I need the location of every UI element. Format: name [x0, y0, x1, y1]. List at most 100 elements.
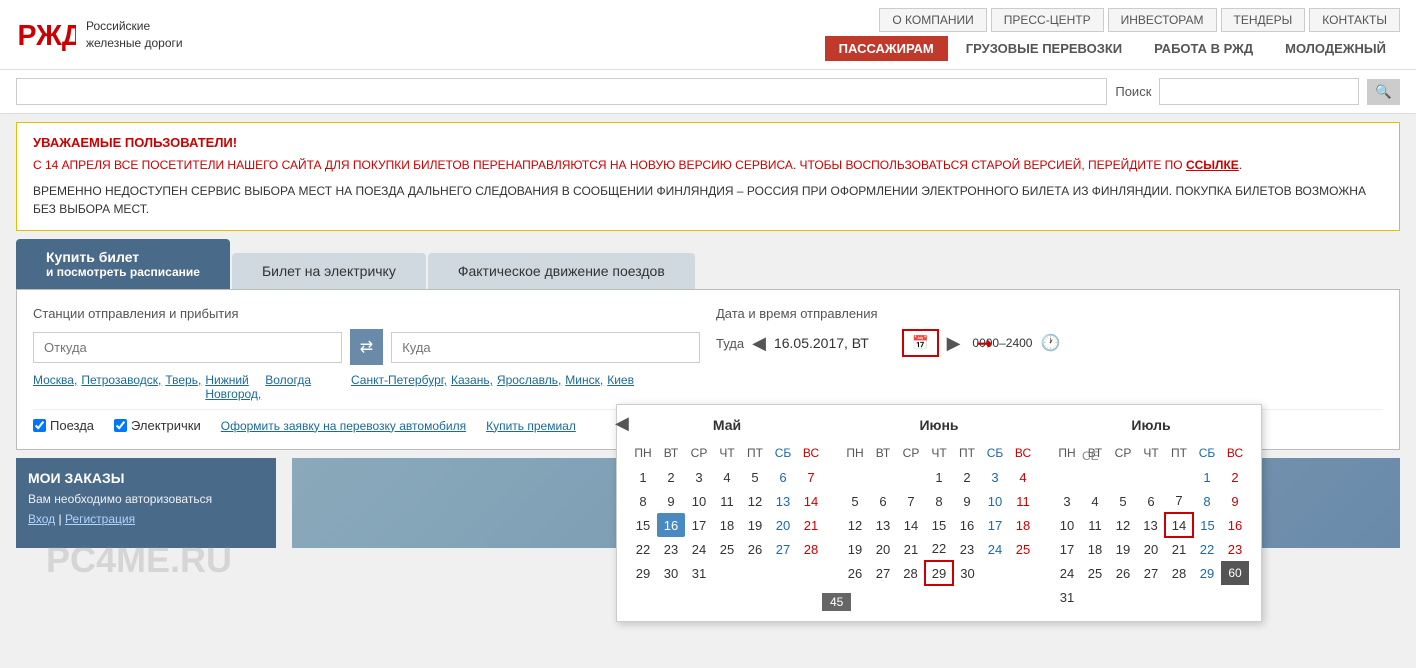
mainnav-passengers[interactable]: ПАССАЖИРАМ	[825, 36, 948, 61]
from-input[interactable]	[33, 332, 342, 363]
may-d24[interactable]: 24	[685, 537, 713, 561]
badge-60-cell[interactable]: 60	[1221, 561, 1249, 585]
june-d28[interactable]: 28	[897, 561, 925, 585]
june-d4[interactable]: 4	[1009, 465, 1037, 489]
may-d9[interactable]: 9	[657, 489, 685, 513]
june-d18[interactable]: 18	[1009, 513, 1037, 537]
main-search-input[interactable]	[16, 78, 1107, 105]
nav-btn-contacts[interactable]: КОНТАКТЫ	[1309, 8, 1400, 32]
checkbox-trains-label[interactable]: Поезда	[33, 418, 94, 433]
july-d25[interactable]: 25	[1081, 561, 1109, 585]
to-link-3[interactable]: Ярославль,	[497, 373, 561, 401]
july-d5[interactable]: 5	[1109, 489, 1137, 513]
may-d22[interactable]: 22	[629, 537, 657, 561]
to-link-1[interactable]: Санкт-Петербург,	[351, 373, 447, 401]
july-d17[interactable]: 17	[1053, 537, 1081, 561]
from-link-4[interactable]: НижнийНовгород,	[205, 373, 261, 401]
may-d18[interactable]: 18	[713, 513, 741, 537]
may-d7[interactable]: 7	[797, 465, 825, 489]
june-d19[interactable]: 19	[841, 537, 869, 561]
june-d30[interactable]: 30	[953, 561, 981, 585]
may-d17[interactable]: 17	[685, 513, 713, 537]
may-d13[interactable]: 13	[769, 489, 797, 513]
july-d16[interactable]: 16	[1221, 513, 1249, 537]
may-d31[interactable]: 31	[685, 561, 713, 585]
july-d1[interactable]: 1	[1193, 465, 1221, 489]
june-d9[interactable]: 9	[953, 489, 981, 513]
calendar-prev-month[interactable]: ◀	[615, 413, 629, 434]
july-d15[interactable]: 15	[1193, 513, 1221, 537]
july-d7[interactable]: 7	[1165, 489, 1193, 513]
search-button[interactable]: 🔍	[1367, 79, 1400, 105]
search-field[interactable]	[1159, 78, 1359, 105]
june-d10[interactable]: 10	[981, 489, 1009, 513]
july-d3[interactable]: 3	[1053, 489, 1081, 513]
june-d7[interactable]: 7	[897, 489, 925, 513]
may-d30[interactable]: 30	[657, 561, 685, 585]
time-picker-button[interactable]: 🕐	[1040, 333, 1060, 353]
june-d6[interactable]: 6	[869, 489, 897, 513]
july-d2[interactable]: 2	[1221, 465, 1249, 489]
may-d5[interactable]: 5	[741, 465, 769, 489]
may-d16[interactable]: 16	[657, 513, 685, 537]
nav-btn-company[interactable]: О КОМПАНИИ	[879, 8, 986, 32]
notice-link[interactable]: ССЫЛКЕ	[1186, 158, 1239, 172]
from-link-3[interactable]: Тверь,	[165, 373, 201, 401]
july-d21[interactable]: 21	[1165, 537, 1193, 561]
nav-btn-tenders[interactable]: ТЕНДЕРЫ	[1221, 8, 1306, 32]
july-d23[interactable]: 23	[1221, 537, 1249, 561]
june-d29[interactable]: 29	[925, 561, 953, 585]
nav-btn-press[interactable]: ПРЕСС-ЦЕНТР	[991, 8, 1104, 32]
mainnav-youth[interactable]: МОЛОДЕЖНЫЙ	[1271, 36, 1400, 61]
may-d4[interactable]: 4	[713, 465, 741, 489]
tab-actual[interactable]: Фактическое движение поездов	[428, 253, 695, 289]
july-d28[interactable]: 28	[1165, 561, 1193, 585]
june-d2[interactable]: 2	[953, 465, 981, 489]
july-d8[interactable]: 8	[1193, 489, 1221, 513]
may-d21[interactable]: 21	[797, 513, 825, 537]
tab-electric[interactable]: Билет на электричку	[232, 253, 426, 289]
may-d23[interactable]: 23	[657, 537, 685, 561]
may-d8[interactable]: 8	[629, 489, 657, 513]
to-input[interactable]	[391, 332, 700, 363]
june-d16[interactable]: 16	[953, 513, 981, 537]
june-d25[interactable]: 25	[1009, 537, 1037, 561]
may-d14[interactable]: 14	[797, 489, 825, 513]
may-d26[interactable]: 26	[741, 537, 769, 561]
may-d3[interactable]: 3	[685, 465, 713, 489]
june-d26[interactable]: 26	[841, 561, 869, 585]
may-d25[interactable]: 25	[713, 537, 741, 561]
premium-link[interactable]: Купить премиал	[486, 419, 576, 433]
june-d13[interactable]: 13	[869, 513, 897, 537]
july-d14[interactable]: 14	[1165, 513, 1193, 537]
swap-button[interactable]: ⇄	[350, 329, 383, 365]
mainnav-jobs[interactable]: РАБОТА В РЖД	[1140, 36, 1267, 61]
checkbox-trains[interactable]	[33, 419, 46, 432]
may-d27[interactable]: 27	[769, 537, 797, 561]
july-d4[interactable]: 4	[1081, 489, 1109, 513]
from-link-5[interactable]: Вологда	[265, 373, 311, 401]
may-d20[interactable]: 20	[769, 513, 797, 537]
july-d22[interactable]: 22	[1193, 537, 1221, 561]
to-link-2[interactable]: Казань,	[451, 373, 493, 401]
login-link[interactable]: Вход	[28, 512, 55, 526]
june-d22[interactable]: 22	[925, 537, 953, 561]
july-d24[interactable]: 24	[1053, 561, 1081, 585]
june-d3[interactable]: 3	[981, 465, 1009, 489]
july-d13[interactable]: 13	[1137, 513, 1165, 537]
june-d23[interactable]: 23	[953, 537, 981, 561]
date-prev-button[interactable]: ◀	[752, 333, 766, 354]
from-link-2[interactable]: Петрозаводск,	[81, 373, 161, 401]
cargo-link[interactable]: Оформить заявку на перевозку автомобиля	[221, 419, 466, 433]
july-d9[interactable]: 9	[1221, 489, 1249, 513]
to-link-4[interactable]: Минск,	[565, 373, 603, 401]
may-d2[interactable]: 2	[657, 465, 685, 489]
june-d17[interactable]: 17	[981, 513, 1009, 537]
june-d15[interactable]: 15	[925, 513, 953, 537]
nav-btn-investors[interactable]: ИНВЕСТОРАМ	[1108, 8, 1217, 32]
mainnav-cargo[interactable]: ГРУЗОВЫЕ ПЕРЕВОЗКИ	[952, 36, 1136, 61]
from-link-1[interactable]: Москва,	[33, 373, 77, 401]
date-next-button[interactable]: ▶	[947, 333, 961, 354]
july-d11[interactable]: 11	[1081, 513, 1109, 537]
may-d12[interactable]: 12	[741, 489, 769, 513]
